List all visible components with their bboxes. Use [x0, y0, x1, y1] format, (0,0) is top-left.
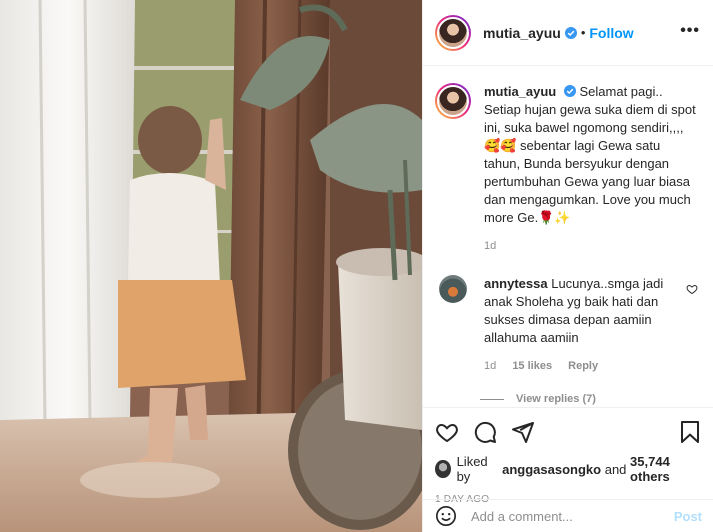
post-actions: Liked by anggasasongko and 35,744 others…: [423, 407, 713, 505]
likes-others-count[interactable]: 35,744 others: [630, 454, 702, 484]
liker-avatar[interactable]: [435, 460, 451, 478]
caption-meta: 1d: [484, 237, 698, 255]
heart-icon[interactable]: [435, 420, 459, 444]
liker-username[interactable]: anggasasongko: [502, 462, 601, 477]
comment-time[interactable]: 1d: [484, 360, 496, 372]
replies-divider: [480, 398, 504, 400]
caption-avatar[interactable]: [437, 85, 469, 117]
comment-meta: 1d 15 likes Reply: [484, 357, 680, 375]
commenter-avatar[interactable]: [439, 275, 467, 303]
share-icon[interactable]: [511, 420, 535, 444]
post-comment-button[interactable]: Post: [674, 509, 702, 524]
post-header: mutia_ayuu • Follow •••: [423, 0, 713, 66]
author-username[interactable]: mutia_ayuu: [483, 25, 561, 41]
comments-list[interactable]: mutia_ayuu Selamat pagi.. Setiap hujan g…: [423, 67, 713, 407]
likes-summary: Liked by anggasasongko and 35,744 others: [435, 454, 702, 484]
comment-reply-button[interactable]: Reply: [568, 360, 598, 372]
caption-avatar-ring[interactable]: [435, 83, 471, 119]
instagram-post-modal: mutia_ayuu • Follow ••• mutia_ayuu Selam…: [0, 0, 713, 532]
verified-badge-icon: [564, 26, 577, 39]
post-side-panel: mutia_ayuu • Follow ••• mutia_ayuu Selam…: [422, 0, 713, 532]
author-avatar[interactable]: [437, 16, 469, 49]
header-separator: •: [580, 25, 586, 40]
comment-input[interactable]: Add a comment...: [471, 509, 674, 524]
comment-body: annytessa Lucunya..smga jadi anak Sholeh…: [484, 275, 680, 375]
emoji-icon[interactable]: [435, 505, 457, 527]
view-replies[interactable]: View replies (7): [480, 393, 698, 405]
post-image-illustration: [0, 0, 422, 532]
author-avatar-ring[interactable]: [435, 14, 471, 51]
view-replies-label[interactable]: View replies (7): [516, 393, 596, 405]
comment-likes[interactable]: 15 likes: [512, 360, 552, 372]
verified-badge-icon: [563, 85, 576, 97]
follow-button[interactable]: Follow: [589, 25, 633, 41]
caption-body: mutia_ayuu Selamat pagi.. Setiap hujan g…: [484, 83, 698, 255]
caption-time[interactable]: 1d: [484, 240, 496, 252]
caption-text: Selamat pagi.. Setiap hujan gewa suka di…: [484, 84, 696, 225]
action-icons: [435, 414, 702, 450]
caption-row: mutia_ayuu Selamat pagi.. Setiap hujan g…: [435, 83, 698, 255]
comment-row: annytessa Lucunya..smga jadi anak Sholeh…: [435, 275, 698, 375]
post-photo[interactable]: [0, 0, 422, 532]
add-comment-bar: Add a comment... Post: [423, 499, 713, 532]
liked-by-prefix: Liked by: [456, 454, 488, 484]
commenter-username[interactable]: annytessa: [484, 276, 548, 291]
comment-icon[interactable]: [473, 420, 497, 444]
caption-username[interactable]: mutia_ayuu: [484, 84, 556, 99]
comment-like-heart-icon[interactable]: [686, 283, 698, 295]
bookmark-icon[interactable]: [678, 420, 702, 444]
more-icon[interactable]: •••: [680, 22, 700, 40]
likes-and: and: [604, 461, 627, 477]
